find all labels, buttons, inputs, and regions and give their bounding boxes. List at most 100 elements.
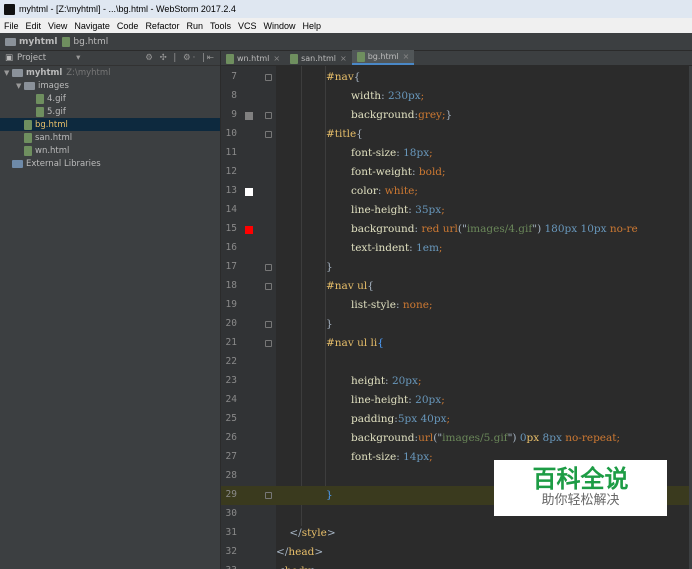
menu-window[interactable]: Window [264, 21, 296, 31]
code-token: url [418, 432, 434, 444]
code-token: height [351, 375, 386, 387]
fold-marker-icon[interactable] [265, 321, 272, 328]
tab-san-html[interactable]: san.html × [285, 52, 352, 65]
color-swatch[interactable] [245, 112, 253, 120]
breadcrumb-file[interactable]: bg.html [62, 36, 108, 47]
code-line[interactable]: <body> [276, 562, 692, 569]
tree-item[interactable]: bg.html [0, 118, 220, 131]
code-line[interactable]: padding:5px 40px; [276, 410, 692, 429]
code-token: > [314, 546, 324, 558]
code-token: #nav ul [326, 280, 368, 292]
tree-item[interactable]: 5.gif [0, 105, 220, 118]
watermark-subtitle: 助你轻松解决 [541, 493, 620, 508]
tree-item[interactable]: 4.gif [0, 92, 220, 105]
close-icon[interactable]: × [403, 52, 410, 61]
code-token: 180px [544, 223, 581, 235]
code-token: background [351, 109, 415, 121]
menu-edit[interactable]: Edit [26, 21, 42, 31]
fold-marker-icon[interactable] [265, 340, 272, 347]
line-number: 7 [231, 71, 237, 82]
code-token: ; [428, 299, 433, 311]
breadcrumb-project[interactable]: myhtml [5, 37, 57, 47]
line-number: 11 [225, 147, 237, 158]
fold-marker-icon[interactable] [265, 492, 272, 499]
tree-item[interactable]: ▼ images [0, 79, 220, 92]
code-token: ; [420, 90, 425, 102]
fold-marker-icon[interactable] [265, 131, 272, 138]
file-icon [36, 106, 44, 117]
code-line[interactable]: line-height: 20px; [276, 391, 692, 410]
code-line[interactable]: background: red url("images/4.gif") 180p… [276, 220, 692, 239]
tab-label: san.html [301, 54, 336, 63]
tab-bg-html[interactable]: bg.html × [351, 50, 415, 65]
code-token: white [384, 185, 415, 197]
file-icon [24, 132, 32, 143]
code-token: ; [429, 147, 433, 159]
tree-item[interactable]: san.html [0, 131, 220, 144]
menu-help[interactable]: Help [303, 21, 322, 31]
code-token: 20px [415, 394, 442, 406]
code-line[interactable]: #nav ul li{ [276, 334, 692, 353]
menu-tools[interactable]: Tools [210, 21, 231, 31]
code-line[interactable]: background:url("images/5.gif") 0px 8px n… [276, 429, 692, 448]
line-number: 24 [225, 394, 237, 405]
code-line[interactable]: #nav{ [276, 68, 692, 87]
fold-marker-icon[interactable] [265, 112, 272, 119]
code-token: : [395, 299, 403, 311]
code-line[interactable]: height: 20px; [276, 372, 692, 391]
code-token: #nav ul li [326, 337, 378, 349]
code-token: font-size [351, 147, 397, 159]
menu-view[interactable]: View [48, 21, 67, 31]
tree-item-path: Z:\myhtml [66, 67, 111, 78]
code-line[interactable] [276, 353, 692, 372]
menu-vcs[interactable]: VCS [238, 21, 257, 31]
panel-tools-icons[interactable]: ⚙ ✣ | ⚙· |⇤ [145, 53, 216, 63]
project-panel-title[interactable]: Project [17, 53, 46, 63]
line-number: 13 [225, 185, 237, 196]
color-swatch[interactable] [245, 226, 253, 234]
code-line[interactable]: #title{ [276, 125, 692, 144]
color-swatch[interactable] [245, 188, 253, 196]
tree-item[interactable]: ▼ myhtml Z:\myhtml [0, 66, 220, 79]
dropdown-icon[interactable]: ▾ [76, 53, 80, 63]
code-line[interactable]: width: 230px; [276, 87, 692, 106]
code-token: 0 [519, 432, 527, 444]
menu-refactor[interactable]: Refactor [145, 21, 179, 31]
code-line[interactable]: } [276, 258, 692, 277]
folder-icon [5, 37, 16, 46]
code-token: url [442, 223, 458, 235]
expand-arrow-icon[interactable]: ▼ [16, 82, 24, 90]
code-line[interactable]: #nav ul{ [276, 277, 692, 296]
close-icon[interactable]: × [340, 54, 347, 63]
window-title: myhtml - [Z:\myhtml] - ...\bg.html - Web… [19, 4, 236, 14]
file-icon [36, 93, 44, 104]
code-line[interactable]: } [276, 315, 692, 334]
menu-file[interactable]: File [4, 21, 19, 31]
fold-marker-icon[interactable] [265, 264, 272, 271]
code-line[interactable]: </head> [276, 543, 692, 562]
tree-item[interactable]: wn.html [0, 144, 220, 157]
fold-marker-icon[interactable] [265, 283, 272, 290]
library-icon [12, 159, 23, 168]
menu-navigate[interactable]: Navigate [74, 21, 110, 31]
code-line[interactable]: text-indent: 1em; [276, 239, 692, 258]
code-token: 5px [397, 413, 421, 425]
code-line[interactable]: </style> [276, 524, 692, 543]
code-line[interactable]: color: white; [276, 182, 692, 201]
code-line[interactable]: font-weight: bold; [276, 163, 692, 182]
close-icon[interactable]: × [273, 54, 280, 63]
tree-item[interactable]: External Libraries [0, 157, 220, 170]
tree-item-label: 5.gif [47, 106, 66, 117]
expand-arrow-icon[interactable]: ▼ [4, 69, 12, 77]
menu-run[interactable]: Run [186, 21, 203, 31]
tab-wn-html[interactable]: wn.html × [221, 52, 286, 65]
code-line[interactable]: line-height: 35px; [276, 201, 692, 220]
menu-code[interactable]: Code [117, 21, 139, 31]
fold-marker-icon[interactable] [265, 74, 272, 81]
code-token: 14px [403, 451, 430, 463]
code-line[interactable]: list-style: none; [276, 296, 692, 315]
code-line[interactable]: font-size: 18px; [276, 144, 692, 163]
line-number: 20 [225, 318, 237, 329]
code-token: list-style [351, 299, 396, 311]
code-line[interactable]: background:grey;} [276, 106, 692, 125]
